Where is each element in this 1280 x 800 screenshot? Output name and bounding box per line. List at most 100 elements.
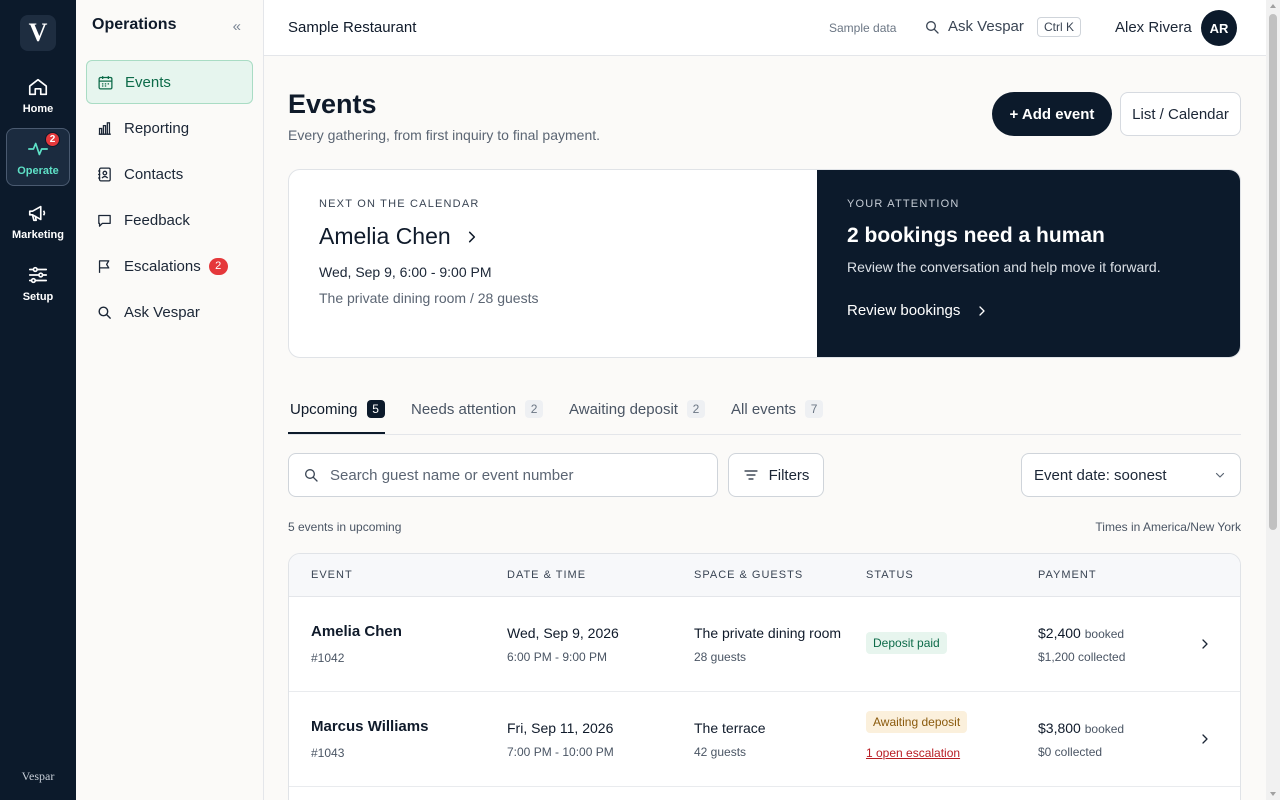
status-cell: Deposit paid: [866, 632, 947, 654]
next-event-guest: Amelia Chen: [319, 223, 451, 249]
page-subtitle: Every gathering, from first inquiry to f…: [288, 127, 601, 143]
rail-item-label: Home: [22, 102, 54, 115]
open-escalation-link[interactable]: 1 open escalation: [866, 746, 960, 760]
sidebar-item-reporting[interactable]: Reporting: [86, 106, 253, 150]
event-tabs: Upcoming 5 Needs attention 2 Awaiting de…: [288, 383, 1241, 435]
event-space: The private dining room: [694, 625, 842, 641]
notification-badge: 2: [45, 132, 60, 147]
rail-item-label: Marketing: [12, 228, 64, 241]
ask-vespar-label: Ask Vespar: [948, 18, 1024, 35]
payment-booked: $2,400 booked: [1038, 625, 1124, 641]
payment-collected: $0 collected: [1038, 745, 1103, 759]
search-box: [288, 453, 718, 497]
guest-name: Marcus Williams: [311, 718, 429, 735]
sidebar-item-ask-vespar[interactable]: Ask Vespar: [86, 290, 253, 334]
next-event-space: The private dining room / 28 guests: [319, 290, 539, 306]
page-scrollbar[interactable]: [1266, 0, 1280, 800]
payment-collected: $1,200 collected: [1038, 650, 1126, 664]
restaurant-name[interactable]: Sample Restaurant: [288, 19, 416, 36]
rail-item-home[interactable]: Home: [6, 66, 70, 124]
tab-count: 2: [525, 400, 544, 418]
scrollbar-thumb[interactable]: [1269, 14, 1277, 530]
sidebar-item-contacts[interactable]: Contacts: [86, 152, 253, 196]
review-bookings-link[interactable]: Review bookings: [847, 302, 988, 319]
tab-all-events[interactable]: All events 7: [731, 395, 824, 423]
top-bar: Sample Restaurant Sample data Ask Vespar…: [264, 0, 1266, 56]
chevron-right-icon[interactable]: [1199, 732, 1211, 746]
collapse-sidebar-icon[interactable]: «: [233, 18, 241, 35]
tab-label: Upcoming: [290, 400, 358, 418]
next-event-date: Wed, Sep 9, 6:00 - 9:00 PM: [319, 264, 492, 280]
filters-button[interactable]: Filters: [728, 453, 824, 497]
keyboard-shortcut-hint: Ctrl K: [1037, 17, 1081, 37]
column-header-payment: PAYMENT: [1038, 569, 1097, 581]
search-input[interactable]: [330, 466, 710, 484]
scroll-up-arrow-icon[interactable]: [1270, 4, 1276, 8]
event-space: The terrace: [694, 720, 766, 736]
guest-name: Amelia Chen: [311, 623, 402, 640]
search-icon: [926, 20, 939, 34]
chevron-right-icon[interactable]: [1199, 637, 1211, 651]
status-badge: Deposit paid: [866, 632, 947, 654]
sidebar-item-label: Reporting: [124, 119, 190, 137]
rail-item-marketing[interactable]: Marketing: [6, 192, 70, 250]
next-event-eyebrow: NEXT ON THE CALENDAR: [319, 198, 480, 210]
next-event-card: NEXT ON THE CALENDAR Amelia Chen Wed, Se…: [289, 170, 817, 357]
hero-cards: NEXT ON THE CALENDAR Amelia Chen Wed, Se…: [288, 169, 1241, 358]
search-icon: [98, 305, 111, 319]
tab-label: Awaiting deposit: [569, 400, 678, 418]
event-number: #1043: [311, 746, 345, 760]
sidebar-item-escalations[interactable]: Escalations 2: [86, 244, 253, 288]
add-event-button[interactable]: + Add event: [992, 92, 1112, 136]
list-calendar-toggle[interactable]: List / Calendar: [1120, 92, 1241, 136]
vespar-logo[interactable]: V: [20, 15, 56, 51]
events-table: EVENT DATE & TIME SPACE & GUESTS STATUS …: [288, 553, 1241, 800]
tab-needs-attention[interactable]: Needs attention 2: [411, 395, 544, 423]
tab-count: 5: [366, 400, 385, 418]
megaphone-icon: [28, 205, 46, 221]
rail-item-operate[interactable]: 2 Operate: [6, 128, 70, 186]
column-header-event: EVENT: [311, 569, 353, 581]
escalations-count-badge: 2: [208, 257, 228, 275]
tab-upcoming[interactable]: Upcoming 5: [290, 395, 385, 423]
attention-card: YOUR ATTENTION 2 bookings need a human R…: [817, 170, 1240, 357]
table-row[interactable]: Marcus Williams #1043 Fri, Sep 11, 2026 …: [289, 692, 1240, 787]
sort-select[interactable]: Event date: soonest: [1021, 453, 1241, 497]
column-header-date-time: DATE & TIME: [507, 569, 587, 581]
chevron-right-icon: [979, 305, 986, 316]
chat-bubble-icon: [98, 214, 111, 227]
operations-sidebar: Operations « Events Reporting Contacts F…: [76, 0, 264, 800]
attention-eyebrow: YOUR ATTENTION: [847, 198, 960, 210]
tab-count: 7: [805, 400, 824, 418]
booked-amount: $3,800: [1038, 720, 1081, 736]
sidebar-item-feedback[interactable]: Feedback: [86, 198, 253, 242]
scroll-down-arrow-icon[interactable]: [1270, 792, 1276, 796]
attention-description: Review the conversation and help move it…: [847, 259, 1161, 275]
home-icon: [28, 78, 48, 95]
status-cell: Awaiting deposit: [866, 711, 968, 733]
sidebar-item-label: Feedback: [124, 211, 190, 229]
next-event-link[interactable]: Amelia Chen: [319, 223, 479, 250]
ask-vespar-button[interactable]: Ask Vespar: [924, 18, 1024, 35]
search-icon: [305, 469, 318, 482]
main-content: Sample Restaurant Sample data Ask Vespar…: [264, 0, 1266, 800]
user-name[interactable]: Alex Rivera: [1115, 19, 1192, 36]
rail-item-setup[interactable]: Setup: [6, 254, 70, 312]
booked-label: booked: [1084, 627, 1125, 641]
page-title: Events: [288, 89, 377, 119]
tab-label: All events: [731, 400, 797, 418]
contact-book-icon: [98, 166, 111, 182]
tab-awaiting-deposit[interactable]: Awaiting deposit 2: [569, 395, 705, 423]
attention-title: 2 bookings need a human: [847, 224, 1105, 247]
flag-icon: [98, 259, 110, 273]
payment-booked: $3,800 booked: [1038, 720, 1124, 736]
rail-item-label: Operate: [17, 164, 59, 177]
sidebar-title: Operations: [92, 16, 177, 33]
sidebar-item-label: Events: [125, 73, 171, 91]
avatar[interactable]: AR: [1201, 10, 1237, 46]
guest-count: 28 guests: [694, 650, 747, 664]
booked-label: booked: [1084, 722, 1125, 736]
sidebar-item-label: Contacts: [124, 165, 184, 183]
table-row[interactable]: Amelia Chen #1042 Wed, Sep 9, 2026 6:00 …: [289, 597, 1240, 692]
sidebar-item-events[interactable]: Events: [86, 60, 253, 104]
